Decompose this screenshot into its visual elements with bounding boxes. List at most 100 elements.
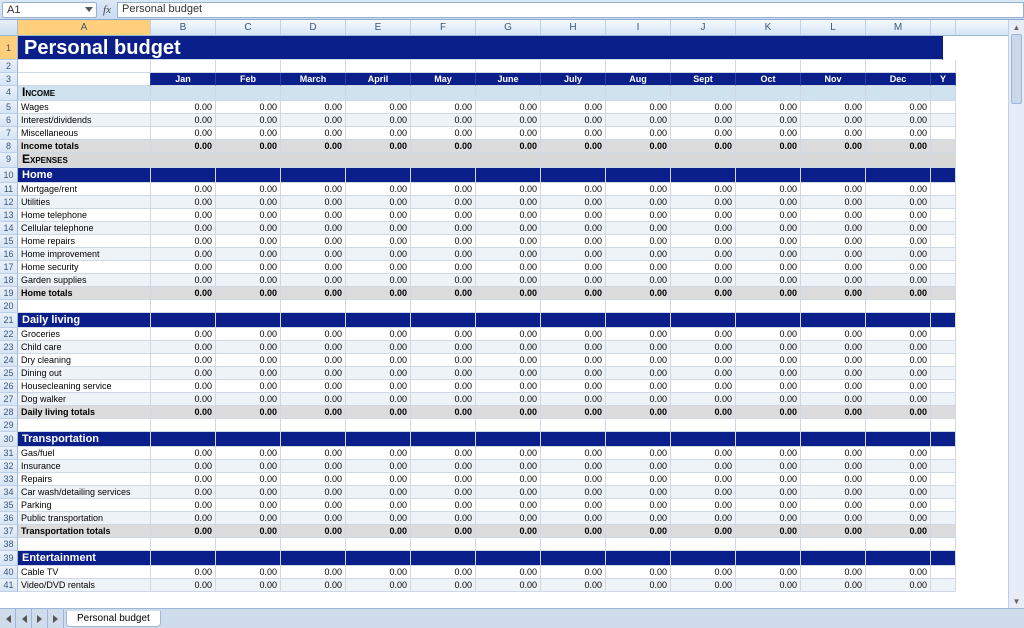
section-cell[interactable] — [801, 432, 866, 447]
tab-nav-last-icon[interactable] — [48, 609, 64, 628]
data-cell[interactable]: 0.00 — [476, 261, 541, 274]
data-cell[interactable]: 0.00 — [476, 473, 541, 486]
data-cell[interactable]: 0.00 — [866, 367, 931, 380]
data-cell[interactable]: 0.00 — [606, 486, 671, 499]
blank-cell[interactable] — [866, 419, 931, 432]
data-cell[interactable]: 0.00 — [216, 460, 281, 473]
section-cell[interactable] — [346, 313, 411, 328]
data-cell[interactable] — [931, 114, 956, 127]
section-cell[interactable] — [931, 432, 956, 447]
row-header[interactable]: 33 — [0, 473, 18, 486]
data-cell[interactable]: 0.00 — [866, 196, 931, 209]
data-cell[interactable] — [931, 235, 956, 248]
data-cell[interactable]: 0.00 — [411, 248, 476, 261]
data-cell[interactable]: 0.00 — [671, 341, 736, 354]
section-cell[interactable] — [216, 432, 281, 447]
data-cell[interactable]: 0.00 — [736, 447, 801, 460]
data-cell[interactable]: 0.00 — [216, 209, 281, 222]
section-cell[interactable] — [281, 551, 346, 566]
data-cell[interactable]: 0.00 — [151, 486, 216, 499]
data-cell[interactable]: 0.00 — [216, 499, 281, 512]
data-cell[interactable] — [931, 183, 956, 196]
data-cell[interactable]: 0.00 — [411, 473, 476, 486]
data-cell[interactable]: 0.00 — [411, 367, 476, 380]
section-cell[interactable] — [346, 86, 411, 101]
data-cell[interactable]: 0.00 — [476, 248, 541, 261]
data-cell[interactable]: 0.00 — [541, 114, 606, 127]
section-cell[interactable] — [801, 551, 866, 566]
month-header[interactable]: Aug — [606, 73, 671, 86]
blank-cell[interactable] — [736, 60, 801, 73]
spreadsheet-grid[interactable]: A B C D E F G H I J K L M 1Personal budg… — [0, 20, 1024, 608]
data-cell[interactable]: 0.00 — [476, 127, 541, 140]
data-cell[interactable]: 0.00 — [736, 341, 801, 354]
data-cell[interactable] — [931, 354, 956, 367]
data-cell[interactable]: 0.00 — [411, 196, 476, 209]
row-label[interactable]: Wages — [18, 101, 151, 114]
data-cell[interactable]: 0.00 — [476, 274, 541, 287]
section-cell[interactable]: Expenses — [18, 153, 151, 168]
data-cell[interactable]: 0.00 — [736, 566, 801, 579]
data-cell[interactable]: 0.00 — [151, 274, 216, 287]
data-cell[interactable]: 0.00 — [476, 222, 541, 235]
data-cell[interactable]: 0.00 — [151, 447, 216, 460]
data-cell[interactable]: 0.00 — [801, 209, 866, 222]
data-cell[interactable]: 0.00 — [606, 235, 671, 248]
data-cell[interactable]: 0.00 — [736, 274, 801, 287]
data-cell[interactable]: 0.00 — [801, 367, 866, 380]
data-cell[interactable]: 0.00 — [281, 209, 346, 222]
data-cell[interactable]: 0.00 — [801, 248, 866, 261]
data-cell[interactable]: 0.00 — [606, 328, 671, 341]
month-header[interactable]: Oct — [736, 73, 801, 86]
section-cell[interactable] — [606, 432, 671, 447]
data-cell[interactable]: 0.00 — [736, 460, 801, 473]
data-cell[interactable]: 0.00 — [346, 406, 411, 419]
data-cell[interactable]: 0.00 — [476, 196, 541, 209]
data-cell[interactable]: 0.00 — [606, 114, 671, 127]
section-cell[interactable] — [606, 551, 671, 566]
data-cell[interactable]: 0.00 — [346, 209, 411, 222]
section-cell[interactable] — [476, 168, 541, 183]
month-header[interactable]: April — [346, 73, 411, 86]
section-cell[interactable] — [216, 168, 281, 183]
section-cell[interactable] — [281, 86, 346, 101]
row-label[interactable]: Public transportation — [18, 512, 151, 525]
data-cell[interactable] — [931, 566, 956, 579]
data-cell[interactable]: 0.00 — [346, 499, 411, 512]
data-cell[interactable]: 0.00 — [736, 354, 801, 367]
data-cell[interactable]: 0.00 — [476, 406, 541, 419]
data-cell[interactable]: 0.00 — [801, 406, 866, 419]
row-label[interactable]: Repairs — [18, 473, 151, 486]
data-cell[interactable]: 0.00 — [541, 235, 606, 248]
row-label[interactable]: Dog walker — [18, 393, 151, 406]
row-header[interactable]: 36 — [0, 512, 18, 525]
data-cell[interactable]: 0.00 — [606, 566, 671, 579]
data-cell[interactable] — [931, 101, 956, 114]
data-cell[interactable]: 0.00 — [866, 354, 931, 367]
section-cell[interactable] — [866, 432, 931, 447]
row-label[interactable]: Home totals — [18, 287, 151, 300]
row-label[interactable]: Cable TV — [18, 566, 151, 579]
section-cell[interactable] — [151, 168, 216, 183]
section-cell[interactable] — [606, 313, 671, 328]
row-header[interactable]: 3 — [0, 73, 18, 86]
row-header[interactable]: 34 — [0, 486, 18, 499]
sheet-tab[interactable]: Personal budget — [66, 611, 161, 627]
data-cell[interactable]: 0.00 — [281, 367, 346, 380]
data-cell[interactable]: 0.00 — [541, 380, 606, 393]
blank-cell[interactable] — [801, 538, 866, 551]
data-cell[interactable]: 0.00 — [411, 183, 476, 196]
data-cell[interactable]: 0.00 — [801, 261, 866, 274]
data-cell[interactable]: 0.00 — [346, 196, 411, 209]
data-cell[interactable] — [931, 341, 956, 354]
data-cell[interactable]: 0.00 — [281, 486, 346, 499]
data-cell[interactable]: 0.00 — [281, 287, 346, 300]
data-cell[interactable]: 0.00 — [476, 341, 541, 354]
data-cell[interactable]: 0.00 — [801, 512, 866, 525]
data-cell[interactable]: 0.00 — [346, 512, 411, 525]
data-cell[interactable]: 0.00 — [411, 460, 476, 473]
data-cell[interactable]: 0.00 — [736, 486, 801, 499]
section-cell[interactable] — [671, 313, 736, 328]
month-header[interactable]: July — [541, 73, 606, 86]
data-cell[interactable]: 0.00 — [411, 525, 476, 538]
